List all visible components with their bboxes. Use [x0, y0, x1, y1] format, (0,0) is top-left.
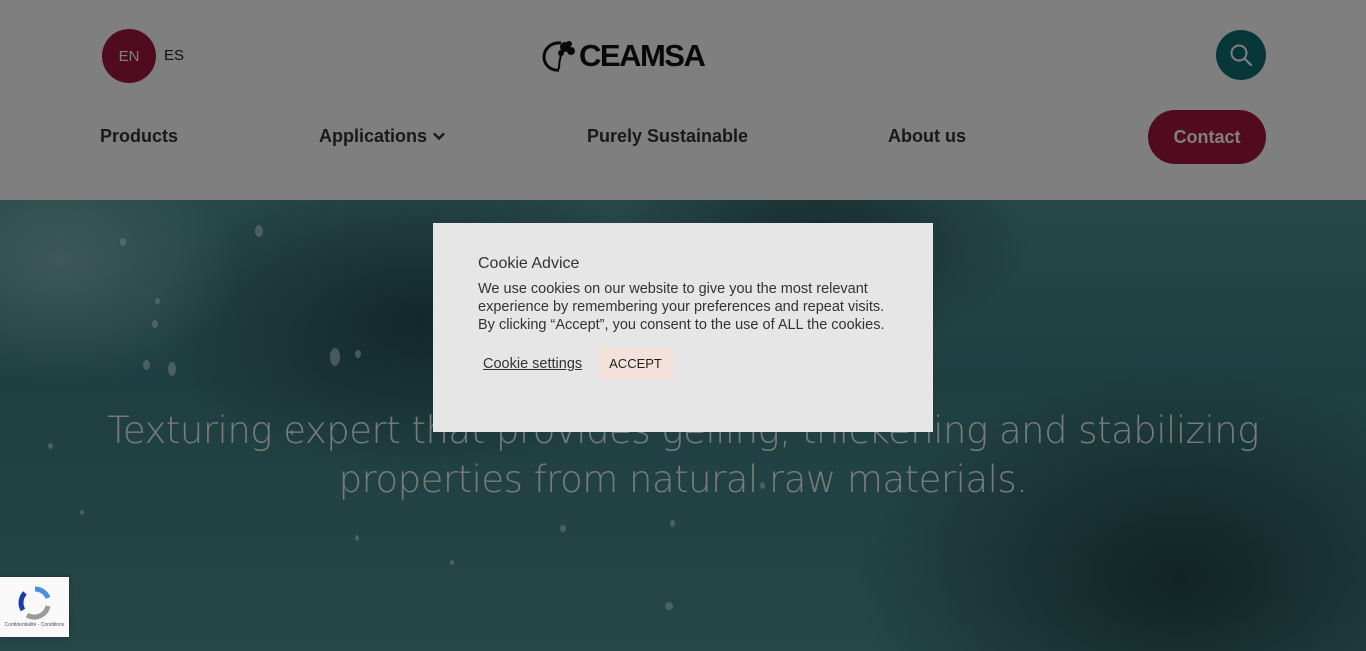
- cookie-settings-link[interactable]: Cookie settings: [483, 356, 582, 372]
- recaptcha-icon: [18, 586, 50, 620]
- cookie-message: We use cookies on our website to give yo…: [478, 281, 885, 333]
- cookie-title: Cookie Advice: [478, 255, 580, 272]
- accept-button[interactable]: ACCEPT: [597, 347, 674, 380]
- recaptcha-badge[interactable]: Confidentialité - Conditions: [0, 577, 69, 637]
- cookie-consent-dialog: Cookie Advice We use cookies on our webs…: [433, 223, 933, 432]
- cookie-actions: Cookie settings ACCEPT: [478, 347, 888, 380]
- recaptcha-links[interactable]: Confidentialité - Conditions: [5, 622, 65, 628]
